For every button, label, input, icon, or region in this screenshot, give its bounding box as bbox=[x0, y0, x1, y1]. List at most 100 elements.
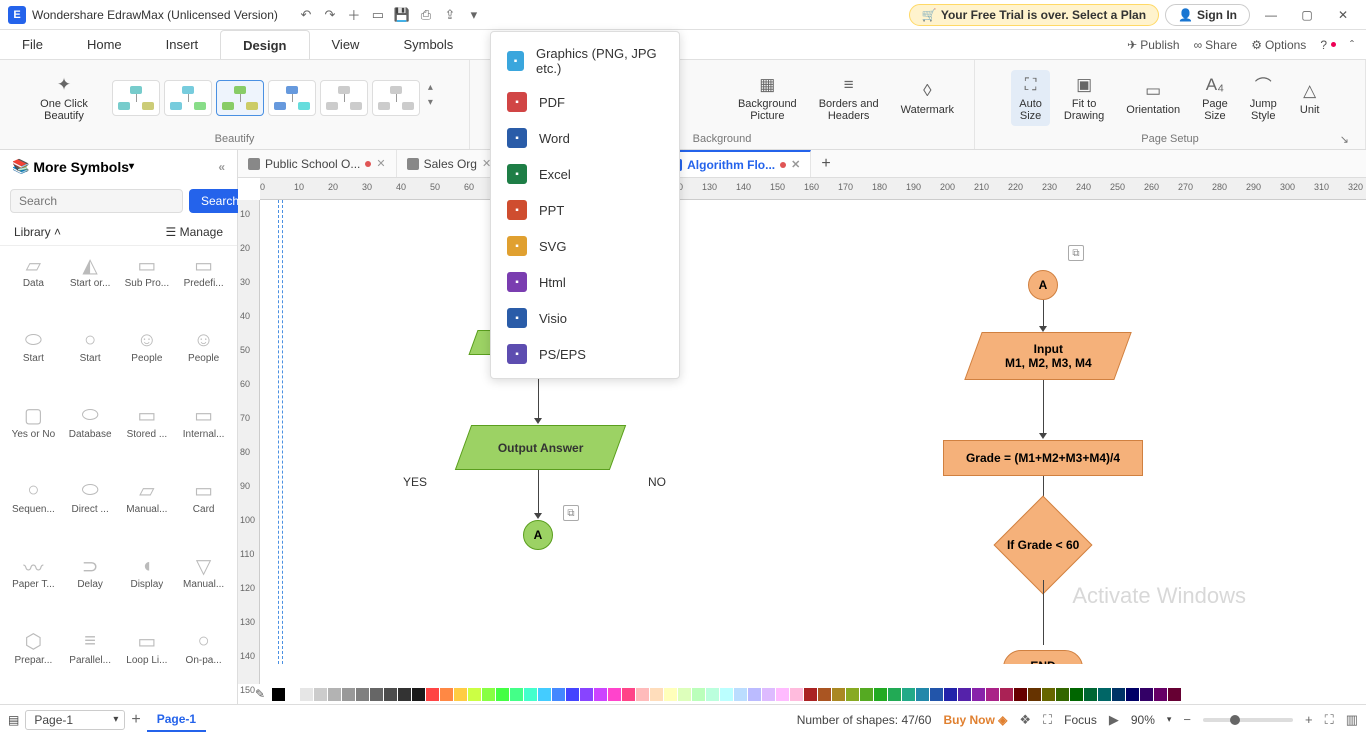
color-swatch[interactable] bbox=[496, 688, 509, 701]
connector[interactable] bbox=[1043, 580, 1044, 645]
focus-mode-icon[interactable]: ⛶ bbox=[1043, 712, 1052, 728]
menu-home[interactable]: Home bbox=[65, 30, 144, 59]
color-swatch[interactable] bbox=[468, 688, 481, 701]
connector[interactable] bbox=[1043, 380, 1044, 435]
color-swatch[interactable] bbox=[748, 688, 761, 701]
theme-up-button[interactable]: ▴ bbox=[424, 80, 437, 95]
color-swatch[interactable] bbox=[356, 688, 369, 701]
shape-item[interactable]: ⬭Start bbox=[6, 325, 61, 398]
color-swatch[interactable] bbox=[650, 688, 663, 701]
menu-insert[interactable]: Insert bbox=[144, 30, 221, 59]
color-swatch[interactable] bbox=[286, 688, 299, 701]
canvas[interactable]: 0102030405060708090100110120130140150160… bbox=[238, 178, 1366, 704]
color-swatch[interactable] bbox=[804, 688, 817, 701]
color-swatch[interactable] bbox=[440, 688, 453, 701]
presentation-icon[interactable]: ▶ bbox=[1109, 712, 1119, 728]
theme-option-6[interactable] bbox=[372, 80, 420, 116]
fit-page-icon[interactable]: ⛶ bbox=[1325, 712, 1334, 728]
one-click-beautify-button[interactable]: ✦ One Click Beautify bbox=[32, 70, 96, 126]
borders-headers-button[interactable]: ≡Borders and Headers bbox=[811, 70, 887, 126]
close-button[interactable]: ✕ bbox=[1328, 4, 1358, 26]
color-swatch[interactable] bbox=[272, 688, 285, 701]
color-swatch[interactable] bbox=[1042, 688, 1055, 701]
theme-option-3[interactable] bbox=[216, 80, 264, 116]
color-swatch[interactable] bbox=[482, 688, 495, 701]
color-swatch[interactable] bbox=[930, 688, 943, 701]
auto-size-button[interactable]: ⛶Auto Size bbox=[1011, 70, 1050, 126]
color-swatch[interactable] bbox=[1098, 688, 1111, 701]
color-swatch[interactable] bbox=[1126, 688, 1139, 701]
new-icon[interactable]: ＋ bbox=[346, 7, 362, 23]
export-svg[interactable]: ▪SVG bbox=[491, 228, 679, 264]
export-pdf[interactable]: ▪PDF bbox=[491, 84, 679, 120]
color-swatch[interactable] bbox=[958, 688, 971, 701]
shape-item[interactable]: ◖Display bbox=[120, 551, 175, 624]
color-swatch[interactable] bbox=[874, 688, 887, 701]
focus-label[interactable]: Focus bbox=[1064, 713, 1097, 727]
export-icon[interactable]: ⇪ bbox=[442, 7, 458, 23]
color-swatch[interactable] bbox=[1112, 688, 1125, 701]
page-area[interactable]: Output Answer YES NO A ⧉ ⧉ A Input M1, M… bbox=[278, 200, 1366, 664]
close-tab-button[interactable]: ✕ bbox=[376, 157, 385, 170]
layers-icon[interactable]: ❖ bbox=[1019, 712, 1031, 728]
buy-now-link[interactable]: Buy Now ◈ bbox=[943, 713, 1007, 727]
export-excel[interactable]: ▪Excel bbox=[491, 156, 679, 192]
options-button[interactable]: ⚙Options bbox=[1251, 38, 1306, 52]
unit-button[interactable]: △Unit bbox=[1291, 76, 1329, 120]
maximize-button[interactable]: ▢ bbox=[1292, 4, 1322, 26]
shape-item[interactable]: ≡Parallel... bbox=[63, 627, 118, 700]
zoom-out-button[interactable]: − bbox=[1183, 712, 1191, 727]
color-swatch[interactable] bbox=[832, 688, 845, 701]
add-page-button[interactable]: + bbox=[131, 711, 140, 729]
export-ppt[interactable]: ▪PPT bbox=[491, 192, 679, 228]
pagesetup-launcher-icon[interactable]: ↘ bbox=[1340, 133, 1349, 146]
document-tab[interactable]: Public School O...✕ bbox=[238, 150, 397, 177]
shape-item[interactable]: ☺People bbox=[176, 325, 231, 398]
flow-connector-a-2[interactable]: A bbox=[1028, 270, 1058, 300]
color-swatch[interactable] bbox=[846, 688, 859, 701]
chevron-down-icon[interactable]: ▾ bbox=[1167, 714, 1172, 725]
color-swatch[interactable] bbox=[1154, 688, 1167, 701]
theme-option-1[interactable] bbox=[112, 80, 160, 116]
color-swatch[interactable] bbox=[1070, 688, 1083, 701]
collapse-ribbon-button[interactable]: ˆ bbox=[1350, 38, 1354, 52]
color-swatch[interactable] bbox=[1056, 688, 1069, 701]
color-swatch[interactable] bbox=[412, 688, 425, 701]
shape-item[interactable]: ▭Internal... bbox=[176, 401, 231, 474]
export-word[interactable]: ▪Word bbox=[491, 120, 679, 156]
shape-item[interactable]: ▭Predefi... bbox=[176, 250, 231, 323]
shape-item[interactable]: ◭Start or... bbox=[63, 250, 118, 323]
color-swatch[interactable] bbox=[1084, 688, 1097, 701]
shape-item[interactable]: ▱Manual... bbox=[120, 476, 175, 549]
shape-item[interactable]: ⊃Delay bbox=[63, 551, 118, 624]
color-swatch[interactable] bbox=[314, 688, 327, 701]
share-button[interactable]: ∞Share bbox=[1194, 38, 1238, 52]
publish-button[interactable]: ✈Publish bbox=[1127, 38, 1179, 52]
shape-item[interactable]: ☺People bbox=[120, 325, 175, 398]
undo-icon[interactable]: ↶ bbox=[298, 7, 314, 23]
help-button[interactable]: ? bbox=[1320, 38, 1336, 52]
color-swatch[interactable] bbox=[636, 688, 649, 701]
redo-icon[interactable]: ↷ bbox=[322, 7, 338, 23]
shape-item[interactable]: ▢Yes or No bbox=[6, 401, 61, 474]
manage-button[interactable]: ☰ Manage bbox=[166, 225, 223, 239]
color-swatch[interactable] bbox=[538, 688, 551, 701]
color-swatch[interactable] bbox=[860, 688, 873, 701]
shape-item[interactable]: ○On-pa... bbox=[176, 627, 231, 700]
save-icon[interactable]: 💾 bbox=[394, 7, 410, 23]
theme-option-5[interactable] bbox=[320, 80, 368, 116]
page-dropdown[interactable]: Page-1▾ bbox=[25, 710, 125, 730]
shape-item[interactable]: ⬭Database bbox=[63, 401, 118, 474]
copy-icon[interactable]: ⧉ bbox=[1068, 245, 1084, 261]
document-tab[interactable]: Algorithm Flo...✕ bbox=[660, 150, 811, 177]
flow-shape-end[interactable]: END bbox=[1003, 650, 1083, 664]
color-swatch[interactable] bbox=[790, 688, 803, 701]
flow-shape-input[interactable]: Input M1, M2, M3, M4 bbox=[964, 332, 1131, 380]
page-tab-active[interactable]: Page-1 bbox=[147, 708, 206, 732]
background-picture-button[interactable]: ▦Background Picture bbox=[730, 70, 805, 126]
collapse-panel-button[interactable]: « bbox=[218, 160, 225, 174]
color-swatch[interactable] bbox=[384, 688, 397, 701]
color-swatch[interactable] bbox=[622, 688, 635, 701]
eyedropper-icon[interactable]: ✎ bbox=[255, 687, 271, 701]
symbol-panel-title[interactable]: More Symbols bbox=[33, 159, 129, 175]
